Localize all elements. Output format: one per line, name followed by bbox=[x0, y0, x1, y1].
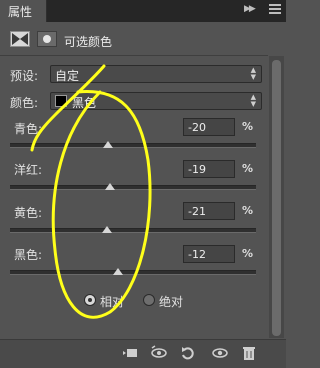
preset-value: 自定 bbox=[55, 69, 80, 83]
absolute-radio[interactable] bbox=[143, 294, 155, 306]
slider-label-cyan: 青色: bbox=[14, 122, 43, 136]
relative-radio[interactable] bbox=[84, 294, 96, 306]
panel-menu-icon[interactable] bbox=[269, 4, 281, 16]
magenta-percent-label: % bbox=[242, 162, 254, 175]
colors-label: 颜色: bbox=[10, 96, 39, 110]
tab-properties-label: 属性 bbox=[8, 5, 33, 19]
yellow-slider-track[interactable] bbox=[10, 228, 256, 233]
yellow-slider-thumb[interactable] bbox=[102, 226, 113, 233]
adjustment-icon[interactable] bbox=[10, 31, 30, 47]
divider bbox=[0, 55, 268, 56]
mask-icon[interactable] bbox=[37, 31, 57, 47]
colors-dropdown[interactable]: 黑色 ▲ ▼ bbox=[50, 92, 262, 110]
black-value-field[interactable]: -12 bbox=[183, 245, 235, 263]
color-swatch bbox=[55, 95, 67, 107]
black-percent-label: % bbox=[242, 247, 254, 260]
slider-label-black: 黑色: bbox=[14, 248, 43, 262]
magenta-slider-track[interactable] bbox=[10, 185, 256, 190]
absolute-label: 绝对 bbox=[159, 295, 184, 309]
slider-label-magenta: 洋红: bbox=[14, 163, 43, 177]
yellow-value-field[interactable]: -21 bbox=[183, 202, 235, 220]
cyan-slider-thumb[interactable] bbox=[103, 141, 114, 148]
colors-value: 黑色 bbox=[72, 96, 97, 110]
clip-to-layer-icon[interactable] bbox=[122, 345, 138, 361]
cyan-percent-label: % bbox=[242, 120, 254, 133]
reset-icon[interactable] bbox=[180, 345, 196, 361]
chevron-updown-icon: ▲ ▼ bbox=[250, 66, 256, 81]
preset-dropdown[interactable]: 自定 ▲ ▼ bbox=[50, 65, 262, 83]
cyan-slider-track[interactable] bbox=[10, 143, 256, 148]
preset-label: 预设: bbox=[10, 69, 39, 83]
magenta-value-field[interactable]: -19 bbox=[183, 160, 235, 178]
black-slider-thumb[interactable] bbox=[113, 268, 124, 275]
scrollbar-thumb[interactable] bbox=[272, 60, 281, 336]
view-previous-icon[interactable] bbox=[150, 345, 167, 361]
panel-title: 可选颜色 bbox=[64, 35, 113, 49]
relative-label: 相对 bbox=[100, 295, 125, 309]
black-slider-track[interactable] bbox=[10, 270, 256, 275]
slider-label-yellow: 黄色: bbox=[14, 206, 43, 220]
delete-icon[interactable] bbox=[241, 345, 257, 361]
chevron-updown-icon: ▲ ▼ bbox=[250, 93, 256, 108]
cyan-value-field[interactable]: -20 bbox=[183, 118, 235, 136]
collapse-icon[interactable]: ▶▶ bbox=[244, 4, 256, 14]
magenta-slider-thumb[interactable] bbox=[104, 183, 115, 190]
yellow-percent-label: % bbox=[242, 204, 254, 217]
visibility-icon[interactable] bbox=[212, 345, 228, 361]
